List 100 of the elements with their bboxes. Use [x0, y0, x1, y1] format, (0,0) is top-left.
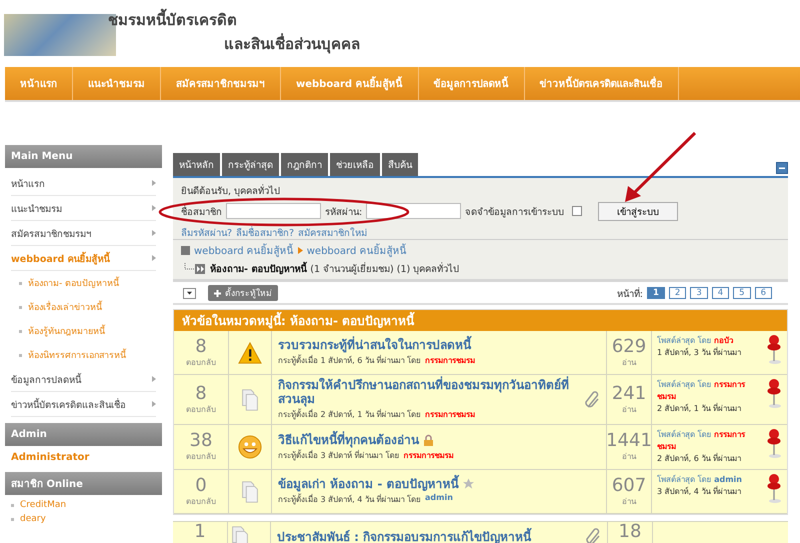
- sidebar-heading: สมาชิก Online: [5, 472, 162, 495]
- topic-meta: กระทู้ตั้งเมื่อ 3 สัปดาห์ ที่ผ่านมา โดย: [278, 448, 400, 462]
- chevron-icon: [152, 376, 156, 382]
- online-user[interactable]: deary: [20, 514, 46, 524]
- view-count: 1441: [606, 431, 652, 450]
- bullet-icon: [19, 330, 22, 332]
- nav-link[interactable]: แนะนำชมรม: [73, 67, 161, 100]
- sidebar-subitem[interactable]: ห้องเรื่องเล่าข่าวหนี้: [28, 300, 102, 314]
- reply-count: 38: [190, 431, 212, 450]
- topic-title[interactable]: วิธีแก้ไขหนี้ที่ทุกคนต้องอ่าน: [278, 432, 419, 446]
- reply-count: 8: [195, 384, 207, 402]
- help-link[interactable]: สมัครสมาชิกใหม่: [298, 225, 368, 240]
- password-field[interactable]: [366, 203, 462, 219]
- new-topic-button[interactable]: ตั้งกระทู้ใหม่: [208, 285, 278, 301]
- sidebar-heading: Admin: [5, 423, 162, 446]
- sidebar-subitem[interactable]: ห้องรู้ทันกฎหมายหนี้: [28, 324, 105, 338]
- help-link[interactable]: ลืมชื่อสมาชิก?: [236, 225, 294, 240]
- breadcrumb-link[interactable]: webboard คนยิ้มสู้หนี้: [194, 243, 294, 258]
- site-title: ชมรมหนี้บัตรเครดิต: [108, 8, 360, 32]
- views-label: อ่าน: [622, 356, 636, 368]
- reply-count: 1: [194, 522, 206, 541]
- breadcrumb-link[interactable]: webboard คนยิ้มสู้หนี้: [306, 243, 406, 258]
- sidebar-subitem[interactable]: ห้องถาม- ตอบปัญหาหนี้: [28, 276, 120, 290]
- forum-name: ห้องถาม- ตอบปัญหาหนี้: [210, 261, 306, 276]
- chevron-icon: [152, 180, 156, 186]
- topic-title[interactable]: รวบรวมกระทู้ที่น่าสนใจในการปลดหนี้: [278, 338, 471, 352]
- help-link[interactable]: ลืมรหัสผ่าน?: [181, 225, 232, 240]
- triangle-icon: [298, 247, 303, 254]
- online-user[interactable]: CreditMan: [20, 500, 66, 510]
- last-post-info: โพสต์ล่าสุด โดย กอบัว 1 สัปดาห์, 3 วัน ที่ผ่านมา: [657, 335, 742, 359]
- square-icon: [181, 246, 190, 255]
- smiley-icon: [238, 435, 262, 459]
- admin-link[interactable]: Administrator: [11, 449, 156, 466]
- nav-link[interactable]: ข่าวหนี้บัตรเครดิตและสินเชื่อ: [524, 67, 679, 100]
- remember-checkbox[interactable]: [572, 206, 582, 216]
- view-count: 607: [612, 476, 646, 494]
- bullet-icon: [11, 518, 14, 520]
- collapse-icon[interactable]: [776, 162, 788, 174]
- username-field[interactable]: [226, 203, 321, 219]
- sidebar-item[interactable]: แนะนำชมรม: [11, 196, 156, 221]
- replies-label: ตอบกลับ: [186, 404, 216, 416]
- nav-link[interactable]: หน้าแรก: [5, 67, 73, 100]
- view-count: 241: [612, 384, 646, 402]
- welcome-text: ยินดีต้อนรับ, บุคคลทั่วไป: [181, 183, 282, 198]
- replies-label: ตอบกลับ: [186, 356, 216, 368]
- view-count: 629: [612, 336, 646, 356]
- page-label: หน้าที่:: [616, 286, 643, 300]
- bullet-icon: [19, 306, 22, 308]
- topic-title[interactable]: กิจกรรมให้คำปรึกษานอกสถานที่ของชมรมทุกวันอาทิตย์ที่สวนลุม: [278, 378, 578, 406]
- page-link[interactable]: 5: [733, 287, 751, 299]
- nav-link[interactable]: webboard คนยิ้มสู้หนี้: [281, 67, 419, 100]
- warning-icon: [238, 340, 262, 364]
- sidebar-item[interactable]: หน้าแรก: [11, 171, 156, 196]
- bullet-icon: [19, 282, 22, 284]
- nav-link[interactable]: ข้อมูลการปลดหนี้: [418, 67, 525, 100]
- annotation-arrow: [625, 132, 696, 202]
- views-label: อ่าน: [622, 451, 636, 463]
- page-link[interactable]: 1: [646, 287, 665, 299]
- page-link[interactable]: 3: [690, 287, 708, 299]
- view-count: 18: [618, 522, 642, 541]
- tab[interactable]: กฎกติกา: [281, 153, 328, 176]
- reply-count: 8: [195, 336, 207, 356]
- page-link[interactable]: 6: [754, 287, 772, 299]
- sidebar-item[interactable]: webboard คนยิ้มสู้หนี้: [11, 246, 156, 271]
- views-label: อ่าน: [622, 496, 636, 508]
- sidebar-subitem[interactable]: ห้องนิทรรศการเอกสารหนี้: [28, 348, 126, 362]
- nav-link[interactable]: สมัครสมาชิกชมรมฯ: [161, 67, 281, 100]
- bullet-icon: [19, 354, 22, 356]
- page-link[interactable]: 2: [668, 287, 686, 299]
- author-link[interactable]: กรรมการชมรม: [424, 408, 475, 421]
- tab[interactable]: ช่วยเหลือ: [330, 153, 380, 176]
- author-link[interactable]: admin: [424, 493, 453, 506]
- chevron-icon: [152, 205, 156, 211]
- last-post-info: โพสต์ล่าสุด โดย admin 3 สัปดาห์, 4 วัน ที่ผ่านมา: [657, 474, 743, 498]
- tab[interactable]: กระทู้ล่าสุด: [222, 153, 279, 176]
- login-button[interactable]: เข้าสู่ระบบ: [598, 202, 678, 220]
- page-link[interactable]: 4: [712, 287, 730, 299]
- author-link[interactable]: กรรมการชมรม: [424, 354, 475, 367]
- dropdown-button[interactable]: [183, 288, 196, 298]
- username-label: ชื่อสมาชิก: [181, 204, 222, 218]
- sidebar-item[interactable]: สมัครสมาชิกชมรมฯ: [11, 221, 156, 246]
- sidebar-item[interactable]: ข้อมูลการปลดหนี้: [11, 367, 156, 392]
- tab[interactable]: หน้าหลัก: [173, 153, 220, 176]
- site-subtitle: และสินเชื่อส่วนบุคคล: [224, 32, 360, 56]
- sidebar-item[interactable]: ข่าวหนี้บัตรเครดิตและสินเชื่อ: [11, 392, 156, 417]
- bullet-icon: [11, 504, 14, 506]
- topic-meta: กระทู้ตั้งเมื่อ 3 สัปดาห์, 4 วัน ที่ผ่านมา โดย: [278, 493, 421, 506]
- author-link[interactable]: กรรมการชมรม: [403, 448, 454, 462]
- section-heading: หัวข้อในหมวดหมู่นี้: ห้องถาม- ตอบปัญหาหนี้: [174, 310, 787, 331]
- chevron-icon: [152, 230, 156, 236]
- views-label: อ่าน: [622, 404, 636, 416]
- tree-arrow-icon: [184, 263, 206, 274]
- caret-icon: [187, 290, 192, 296]
- topic-title[interactable]: ข้อมูลเก่า ห้องถาม - ตอบปัญหาหนี้: [278, 477, 459, 491]
- replies-label: ตอบกลับ: [186, 496, 216, 508]
- sidebar-heading: Main Menu: [5, 145, 162, 168]
- password-label: รหัสผ่าน:: [325, 206, 362, 218]
- chevron-icon: [152, 401, 156, 407]
- tab[interactable]: สืบค้น: [382, 153, 418, 176]
- remember-label: จดจำข้อมูลการเข้าระบบ: [465, 206, 564, 218]
